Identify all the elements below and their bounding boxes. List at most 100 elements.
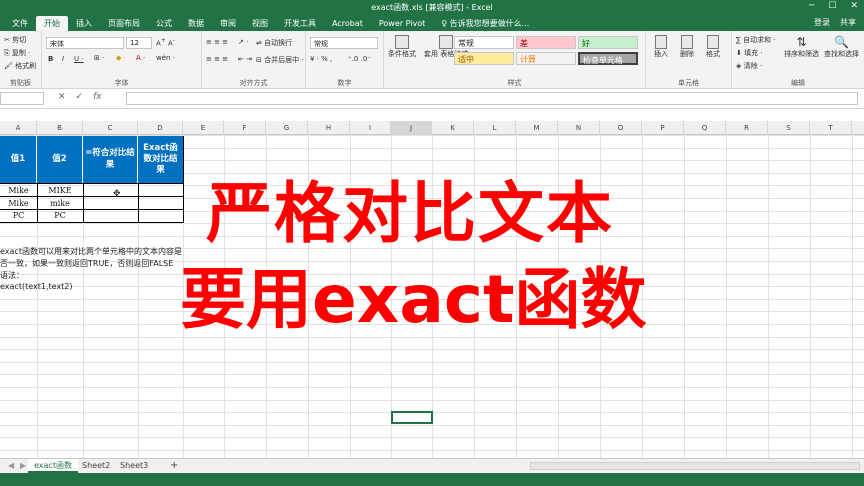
underline-button[interactable]: U ·	[74, 55, 84, 63]
merge-center-button[interactable]: ⊟ 合并后居中 ·	[256, 55, 304, 65]
phonetic-icon[interactable]: wén ·	[156, 54, 175, 62]
tab-page-layout[interactable]: 页面布局	[100, 16, 148, 31]
column-header-q[interactable]: Q	[684, 121, 726, 135]
login-link[interactable]: 登录	[814, 17, 830, 28]
header-compare-result[interactable]: =符合对比结果	[83, 136, 138, 183]
tab-data[interactable]: 数据	[180, 16, 212, 31]
number-format-select[interactable]: 常规	[310, 37, 378, 49]
cell-a3[interactable]: PC	[0, 210, 37, 221]
note-line-1[interactable]: exact函数可以用来对比两个单元格中的文本内容是	[0, 246, 182, 257]
tell-me-search[interactable]: ♀ 告诉我您想要做什么...	[433, 16, 537, 31]
share-button[interactable]: 共享	[840, 17, 856, 28]
header-value1[interactable]: 值1	[0, 136, 37, 183]
tab-acrobat[interactable]: Acrobat	[324, 16, 371, 31]
note-line-2[interactable]: 否一致，如果一致则返回TRUE，否则返回FALSE	[0, 258, 173, 269]
sheet-tab-sheet3[interactable]: Sheet3	[114, 459, 154, 473]
column-header-s[interactable]: S	[768, 121, 810, 135]
style-neutral[interactable]: 适中	[454, 52, 514, 65]
copy-button[interactable]: ⎘ 复制 ·	[4, 48, 30, 58]
bold-button[interactable]: B	[48, 55, 53, 63]
note-line-3[interactable]: 语法：	[0, 270, 24, 281]
indent-icon[interactable]: ⇤ ⇥	[238, 55, 252, 63]
conditional-format-button[interactable]: 条件格式	[388, 35, 416, 59]
format-cells-button[interactable]: 格式	[706, 35, 720, 59]
decimal-icon[interactable]: ⁺.0 .0⁻	[348, 55, 371, 63]
cell-a1[interactable]: Mike	[0, 185, 37, 196]
delete-cells-button[interactable]: 删除	[680, 35, 694, 59]
style-good[interactable]: 好	[578, 36, 638, 49]
formula-input[interactable]	[126, 92, 858, 105]
insert-cells-button[interactable]: 插入	[654, 35, 668, 59]
font-grow-icon[interactable]: A+ A-	[156, 38, 175, 47]
add-sheet-button[interactable]: +	[164, 459, 184, 473]
tab-home[interactable]: 开始	[36, 16, 68, 31]
column-header-b[interactable]: B	[37, 121, 83, 135]
style-check[interactable]: 检查单元格	[578, 52, 638, 65]
column-header-a[interactable]: A	[0, 121, 37, 135]
column-header-h[interactable]: H	[308, 121, 350, 135]
fill-button[interactable]: ⬇ 填充 ·	[736, 48, 763, 58]
cell-a2[interactable]: Mike	[0, 198, 37, 209]
column-header-i[interactable]: I	[350, 121, 391, 135]
autosum-button[interactable]: ∑ 自动求和 ·	[736, 35, 775, 45]
tab-insert[interactable]: 插入	[68, 16, 100, 31]
header-exact-result[interactable]: Exact函数对比结果	[138, 136, 183, 183]
wrap-text-button[interactable]: ⇌ 自动换行	[256, 38, 292, 48]
sort-filter-button[interactable]: ⇅ 排序和筛选	[784, 35, 819, 59]
style-bad[interactable]: 差	[516, 36, 576, 49]
column-header-g[interactable]: G	[266, 121, 308, 135]
tab-view[interactable]: 视图	[244, 16, 276, 31]
cell-b3[interactable]: PC	[37, 210, 83, 221]
column-header-d[interactable]: D	[138, 121, 183, 135]
tab-developer[interactable]: 开发工具	[276, 16, 324, 31]
column-header-l[interactable]: L	[474, 121, 516, 135]
cancel-icon[interactable]: ✕	[58, 92, 66, 102]
tab-formulas[interactable]: 公式	[148, 16, 180, 31]
style-normal[interactable]: 常规	[454, 36, 514, 49]
column-header-o[interactable]: O	[600, 121, 642, 135]
minimize-icon[interactable]: ─	[809, 1, 814, 11]
fx-icon[interactable]: fx	[93, 92, 102, 102]
tab-file[interactable]: 文件	[4, 16, 36, 31]
horizontal-scrollbar[interactable]	[530, 462, 860, 470]
column-header-c[interactable]: C	[83, 121, 138, 135]
column-header-r[interactable]: R	[726, 121, 768, 135]
close-icon[interactable]: ✕	[850, 1, 858, 11]
fill-color-icon[interactable]: ◆ ·	[116, 54, 126, 62]
cell-b2[interactable]: mike	[37, 198, 83, 209]
clear-button[interactable]: ◈ 清除 ·	[736, 61, 762, 71]
italic-button[interactable]: I	[62, 55, 64, 63]
cell-b1[interactable]: MIKE	[37, 185, 83, 196]
column-header-f[interactable]: F	[224, 121, 266, 135]
maximize-icon[interactable]: ☐	[828, 1, 836, 11]
sheet-tab-sheet2[interactable]: Sheet2	[76, 459, 116, 473]
name-box[interactable]	[0, 92, 44, 105]
border-icon[interactable]: ⊞ ·	[94, 54, 104, 62]
tab-review[interactable]: 审阅	[212, 16, 244, 31]
font-name-select[interactable]: 宋体	[46, 37, 124, 49]
style-calc[interactable]: 计算	[516, 52, 576, 65]
column-header-n[interactable]: N	[558, 121, 600, 135]
format-painter-button[interactable]: 🖌 格式刷	[4, 61, 36, 71]
orientation-icon[interactable]: ↗ ·	[238, 38, 248, 46]
column-header-t[interactable]: T	[810, 121, 852, 135]
column-header-e[interactable]: E	[183, 121, 224, 135]
font-color-icon[interactable]: A ·	[136, 54, 145, 62]
column-header-j[interactable]: J	[391, 121, 432, 135]
note-line-4[interactable]: exact(text1,text2)	[0, 282, 73, 291]
font-size-select[interactable]: 12	[126, 37, 152, 49]
currency-icon[interactable]: ¥ · % ,	[310, 55, 332, 63]
confirm-icon[interactable]: ✓	[76, 92, 84, 102]
cut-button[interactable]: ✂ 剪切	[4, 35, 26, 45]
sheet-tab-exact[interactable]: exact函数	[28, 459, 78, 473]
align-top-icon[interactable]: ≡ ≡ ≡	[206, 38, 228, 46]
header-value2[interactable]: 值2	[37, 136, 83, 183]
find-select-button[interactable]: 🔍 查找和选择	[824, 35, 859, 59]
clipboard-label: 剪贴板	[10, 79, 31, 87]
column-header-m[interactable]: M	[516, 121, 558, 135]
tab-power-pivot[interactable]: Power Pivot	[371, 16, 433, 31]
column-header-p[interactable]: P	[642, 121, 684, 135]
align-left-icon[interactable]: ≡ ≡ ≡	[206, 55, 228, 63]
selected-cell[interactable]	[391, 411, 433, 424]
column-header-k[interactable]: K	[432, 121, 474, 135]
